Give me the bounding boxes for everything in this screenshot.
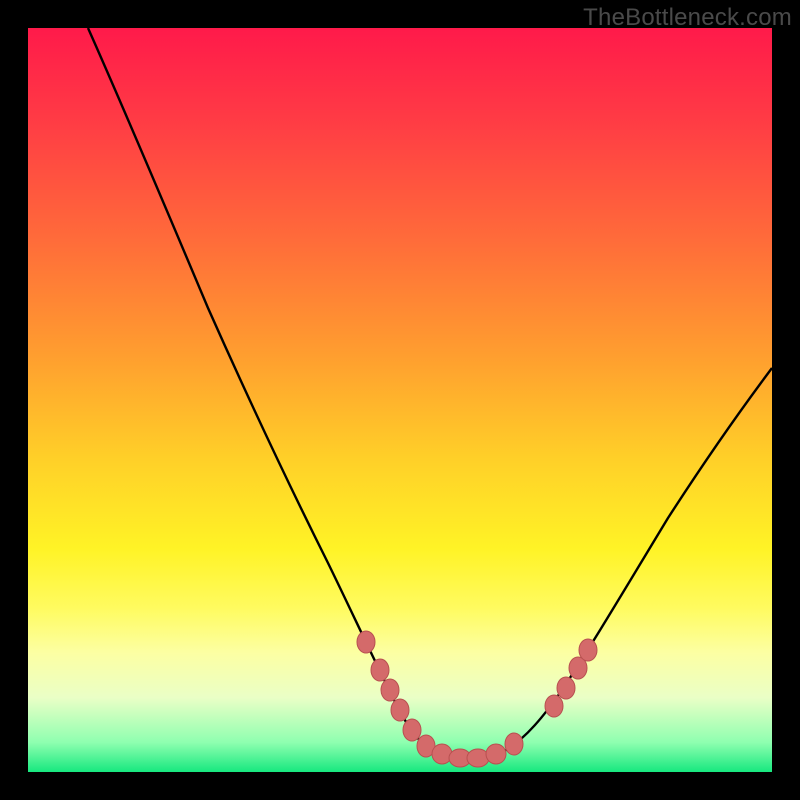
marker-dot xyxy=(505,733,523,755)
marker-dot xyxy=(403,719,421,741)
curve-markers xyxy=(357,631,597,767)
marker-dot xyxy=(467,749,489,767)
marker-dot xyxy=(381,679,399,701)
marker-dot xyxy=(357,631,375,653)
watermark-text: TheBottleneck.com xyxy=(583,4,792,32)
marker-dot xyxy=(545,695,563,717)
outer-frame: TheBottleneck.com xyxy=(0,0,800,800)
marker-dot xyxy=(486,744,506,764)
bottleneck-curve-path xyxy=(88,28,772,760)
marker-dot xyxy=(432,744,452,764)
marker-dot xyxy=(557,677,575,699)
bottleneck-curve-svg xyxy=(28,28,772,772)
marker-dot xyxy=(371,659,389,681)
plot-area xyxy=(28,28,772,772)
marker-dot xyxy=(391,699,409,721)
marker-dot xyxy=(579,639,597,661)
